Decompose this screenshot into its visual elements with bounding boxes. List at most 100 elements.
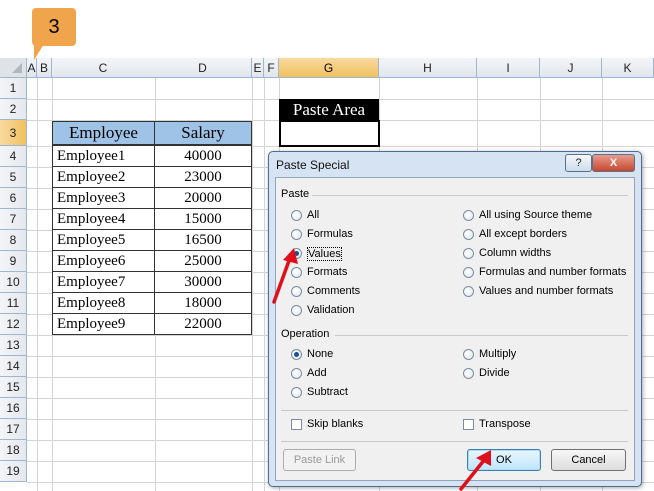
- option-label-values-and-number-formats[interactable]: Values and number formats: [479, 285, 613, 297]
- row-header-15[interactable]: 15: [0, 377, 27, 398]
- column-header-a[interactable]: A: [27, 58, 37, 78]
- row-header-11[interactable]: 11: [0, 293, 27, 314]
- help-button[interactable]: ?: [565, 154, 592, 172]
- column-header-i[interactable]: I: [477, 58, 540, 78]
- table-header-employee: Employee: [52, 121, 155, 145]
- row-header-6[interactable]: 6: [0, 188, 27, 209]
- option-label-multiply[interactable]: Multiply: [479, 348, 516, 360]
- table-cell-employee[interactable]: Employee3: [52, 187, 155, 209]
- row-header-2[interactable]: 2: [0, 99, 27, 120]
- radio-add[interactable]: [291, 368, 302, 379]
- row-header-4[interactable]: 4: [0, 146, 27, 167]
- option-label-all-using-source-theme[interactable]: All using Source theme: [479, 209, 592, 221]
- transpose-checkbox[interactable]: [463, 419, 474, 430]
- row-header-13[interactable]: 13: [0, 335, 27, 356]
- row-header-16[interactable]: 16: [0, 398, 27, 419]
- transpose-label[interactable]: Transpose: [479, 418, 531, 430]
- table-cell-employee[interactable]: Employee8: [52, 292, 155, 314]
- radio-column-widths[interactable]: [463, 248, 474, 259]
- option-label-column-widths[interactable]: Column widths: [479, 247, 551, 259]
- row-header-14[interactable]: 14: [0, 356, 27, 377]
- column-header-c[interactable]: C: [52, 58, 155, 78]
- column-header-d[interactable]: D: [154, 58, 252, 78]
- row-header-10[interactable]: 10: [0, 272, 27, 293]
- grid-column-line: [37, 78, 38, 491]
- selected-cell-g3[interactable]: [279, 120, 380, 147]
- table-cell-employee[interactable]: Employee2: [52, 166, 155, 188]
- operation-group-label: Operation: [281, 328, 330, 340]
- table-cell-salary[interactable]: 16500: [154, 229, 252, 251]
- radio-values-and-number-formats[interactable]: [463, 286, 474, 297]
- radio-all-except-borders[interactable]: [463, 229, 474, 240]
- option-label-divide[interactable]: Divide: [479, 367, 510, 379]
- values-arrow-icon: [272, 248, 298, 304]
- option-label-add[interactable]: Add: [307, 367, 327, 379]
- row-header-17[interactable]: 17: [0, 419, 27, 440]
- radio-validation[interactable]: [291, 305, 302, 316]
- row-header-8[interactable]: 8: [0, 230, 27, 251]
- radio-multiply[interactable]: [463, 349, 474, 360]
- table-cell-employee[interactable]: Employee4: [52, 208, 155, 230]
- table-cell-employee[interactable]: Employee5: [52, 229, 155, 251]
- table-header-salary: Salary: [154, 121, 252, 145]
- option-label-comments[interactable]: Comments: [307, 285, 360, 297]
- column-header-e[interactable]: E: [252, 58, 264, 78]
- table-cell-employee[interactable]: Employee1: [52, 145, 155, 167]
- column-header-f[interactable]: F: [264, 58, 279, 78]
- row-header-12[interactable]: 12: [0, 314, 27, 335]
- option-label-subtract[interactable]: Subtract: [307, 386, 348, 398]
- close-button[interactable]: X: [592, 154, 635, 172]
- table-cell-salary[interactable]: 30000: [154, 271, 252, 293]
- table-cell-employee[interactable]: Employee6: [52, 250, 155, 272]
- row-header-7[interactable]: 7: [0, 209, 27, 230]
- skip-blanks-checkbox[interactable]: [291, 419, 302, 430]
- radio-all-using-source-theme[interactable]: [463, 210, 474, 221]
- row-header-3[interactable]: 3: [0, 120, 27, 146]
- option-label-validation[interactable]: Validation: [307, 304, 355, 316]
- step-badge: 3: [32, 8, 76, 46]
- step-badge-pointer: [34, 44, 44, 60]
- radio-divide[interactable]: [463, 368, 474, 379]
- table-cell-salary[interactable]: 23000: [154, 166, 252, 188]
- table-cell-employee[interactable]: Employee7: [52, 271, 155, 293]
- buttons-divider: [281, 441, 628, 442]
- option-label-formats[interactable]: Formats: [307, 266, 347, 278]
- option-label-formulas-and-number-formats[interactable]: Formulas and number formats: [479, 266, 626, 278]
- radio-none[interactable]: [291, 349, 302, 360]
- table-cell-salary[interactable]: 22000: [154, 313, 252, 335]
- paste-group-divider: [312, 195, 628, 196]
- table-cell-salary[interactable]: 25000: [154, 250, 252, 272]
- table-cell-salary[interactable]: 18000: [154, 292, 252, 314]
- radio-all[interactable]: [291, 210, 302, 221]
- row-header-18[interactable]: 18: [0, 440, 27, 461]
- column-header-h[interactable]: H: [379, 58, 477, 78]
- row-header-5[interactable]: 5: [0, 167, 27, 188]
- dialog-title: Paste Special: [276, 158, 350, 172]
- grid-column-line: [252, 78, 253, 491]
- table-cell-salary[interactable]: 40000: [154, 145, 252, 167]
- cancel-button[interactable]: Cancel: [551, 449, 626, 471]
- select-all-triangle-icon: [12, 63, 22, 73]
- table-cell-salary[interactable]: 20000: [154, 187, 252, 209]
- row-header-1[interactable]: 1: [0, 78, 27, 99]
- option-label-formulas[interactable]: Formulas: [307, 228, 353, 240]
- column-header-k[interactable]: K: [602, 58, 654, 78]
- option-label-all[interactable]: All: [307, 209, 319, 221]
- column-header-g[interactable]: G: [279, 58, 379, 78]
- table-cell-salary[interactable]: 15000: [154, 208, 252, 230]
- option-label-all-except-borders[interactable]: All except borders: [479, 228, 567, 240]
- row-header-9[interactable]: 9: [0, 251, 27, 272]
- column-header-j[interactable]: J: [540, 58, 602, 78]
- column-header-b[interactable]: B: [37, 58, 52, 78]
- radio-formulas[interactable]: [291, 229, 302, 240]
- operation-group-divider: [335, 335, 628, 336]
- option-label-none[interactable]: None: [307, 348, 333, 360]
- option-label-values[interactable]: Values: [307, 247, 342, 261]
- radio-formulas-and-number-formats[interactable]: [463, 267, 474, 278]
- radio-subtract[interactable]: [291, 387, 302, 398]
- paste-link-button[interactable]: Paste Link: [283, 449, 356, 471]
- row-header-19[interactable]: 19: [0, 461, 27, 482]
- table-cell-employee[interactable]: Employee9: [52, 313, 155, 335]
- skip-blanks-label[interactable]: Skip blanks: [307, 418, 363, 430]
- paste-area-label: Paste Area: [279, 99, 379, 120]
